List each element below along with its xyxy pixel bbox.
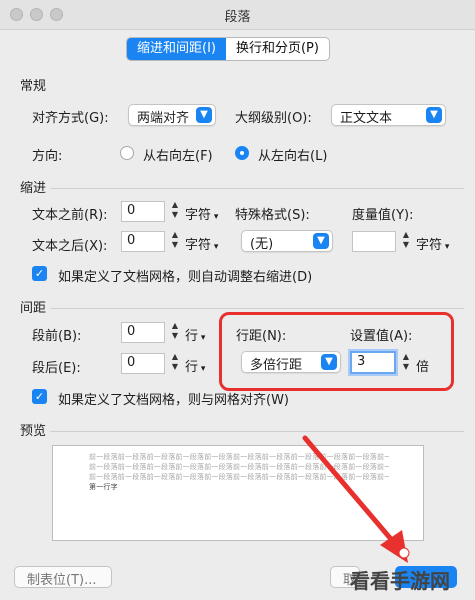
divider [50, 188, 464, 189]
divider [50, 308, 464, 309]
measure-field[interactable] [352, 231, 396, 252]
alignment-label: 对齐方式(G): [32, 111, 109, 126]
preview-pane: 前一段落前一段落前一段落前一段落前一段落前一段落前一段落前一段落前一段落前一段落… [52, 445, 424, 541]
space-before-field[interactable]: 0 [121, 322, 165, 343]
grid-align-label[interactable]: 如果定义了文档网格，则与网格对齐(W) [58, 389, 289, 408]
indent-before-stepper[interactable]: ▲ ▼ [169, 200, 181, 222]
space-before-unit[interactable]: 行 ▾ [185, 325, 205, 344]
special-format-label: 特殊格式(S): [235, 208, 310, 223]
highlight-box [219, 312, 454, 391]
ltr-label[interactable]: 从左向右(L) [258, 145, 327, 164]
divider [50, 431, 464, 432]
chevron-down-icon: ▼ [196, 107, 212, 123]
measure-label: 度量值(Y): [352, 208, 414, 223]
tab-indent-spacing[interactable]: 缩进和间距(I) [127, 38, 226, 60]
outline-level-value: 正文文本 [340, 111, 393, 126]
preview-prev-line: 前一段落前一段落前一段落前一段落前一段落前一段落前一段落前一段落前一段落前一段落… [89, 473, 389, 481]
spacing-section-heading: 间距 [20, 301, 47, 316]
direction-label: 方向: [32, 149, 63, 164]
preview-section-heading: 预览 [20, 424, 47, 439]
indent-before-unit[interactable]: 字符 ▾ [185, 204, 218, 223]
auto-adjust-checkbox[interactable]: ✓ [32, 266, 47, 281]
space-after-unit[interactable]: 行 ▾ [185, 356, 205, 375]
tab-stops-button[interactable]: 制表位(T)... [14, 566, 112, 588]
alignment-value: 两端对齐 [137, 111, 190, 126]
indent-section-heading: 缩进 [20, 181, 47, 196]
indent-after-stepper[interactable]: ▲ ▼ [169, 230, 181, 252]
preview-sample-line: 第一行字 [89, 483, 118, 491]
rtl-radio[interactable] [120, 146, 134, 160]
indent-before-label: 文本之前(R): [32, 208, 108, 223]
indent-before-field[interactable]: 0 [121, 201, 165, 222]
indent-after-field[interactable]: 0 [121, 231, 165, 252]
grid-align-checkbox[interactable]: ✓ [32, 389, 47, 404]
indent-after-unit[interactable]: 字符 ▾ [185, 234, 218, 253]
preview-prev-line: 前一段落前一段落前一段落前一段落前一段落前一段落前一段落前一段落前一段落前一段落… [89, 453, 389, 461]
special-format-value: (无) [250, 237, 274, 252]
outline-level-popup[interactable]: 正文文本 ▼ [331, 104, 446, 126]
space-after-label: 段后(E): [32, 361, 81, 376]
title-bar: 段落 [0, 0, 475, 30]
space-before-label: 段前(B): [32, 329, 82, 344]
alignment-popup[interactable]: 两端对齐 ▼ [128, 104, 216, 126]
indent-after-label: 文本之后(X): [32, 239, 108, 254]
ltr-radio[interactable] [235, 146, 249, 160]
rtl-label[interactable]: 从右向左(F) [143, 145, 213, 164]
chevron-down-icon: ▼ [426, 107, 442, 123]
tab-line-page-breaks[interactable]: 换行和分页(P) [226, 38, 329, 60]
space-after-field[interactable]: 0 [121, 353, 165, 374]
general-section-heading: 常规 [20, 79, 47, 94]
outline-level-label: 大纲级别(O): [235, 111, 312, 126]
space-before-stepper[interactable]: ▲ ▼ [169, 321, 181, 343]
preview-prev-line: 前一段落前一段落前一段落前一段落前一段落前一段落前一段落前一段落前一段落前一段落… [89, 463, 389, 471]
measure-unit[interactable]: 字符 ▾ [416, 234, 449, 253]
measure-stepper[interactable]: ▲ ▼ [400, 230, 412, 252]
space-after-stepper[interactable]: ▲ ▼ [169, 352, 181, 374]
window-title: 段落 [224, 10, 251, 25]
auto-adjust-label[interactable]: 如果定义了文档网格，则自动调整右缩进(D) [58, 266, 312, 285]
special-format-popup[interactable]: (无) ▼ [241, 230, 333, 252]
chevron-down-icon: ▼ [313, 233, 329, 249]
tab-bar: 缩进和间距(I) 换行和分页(P) [126, 37, 330, 61]
watermark-text: 看看手游网 [350, 569, 450, 593]
